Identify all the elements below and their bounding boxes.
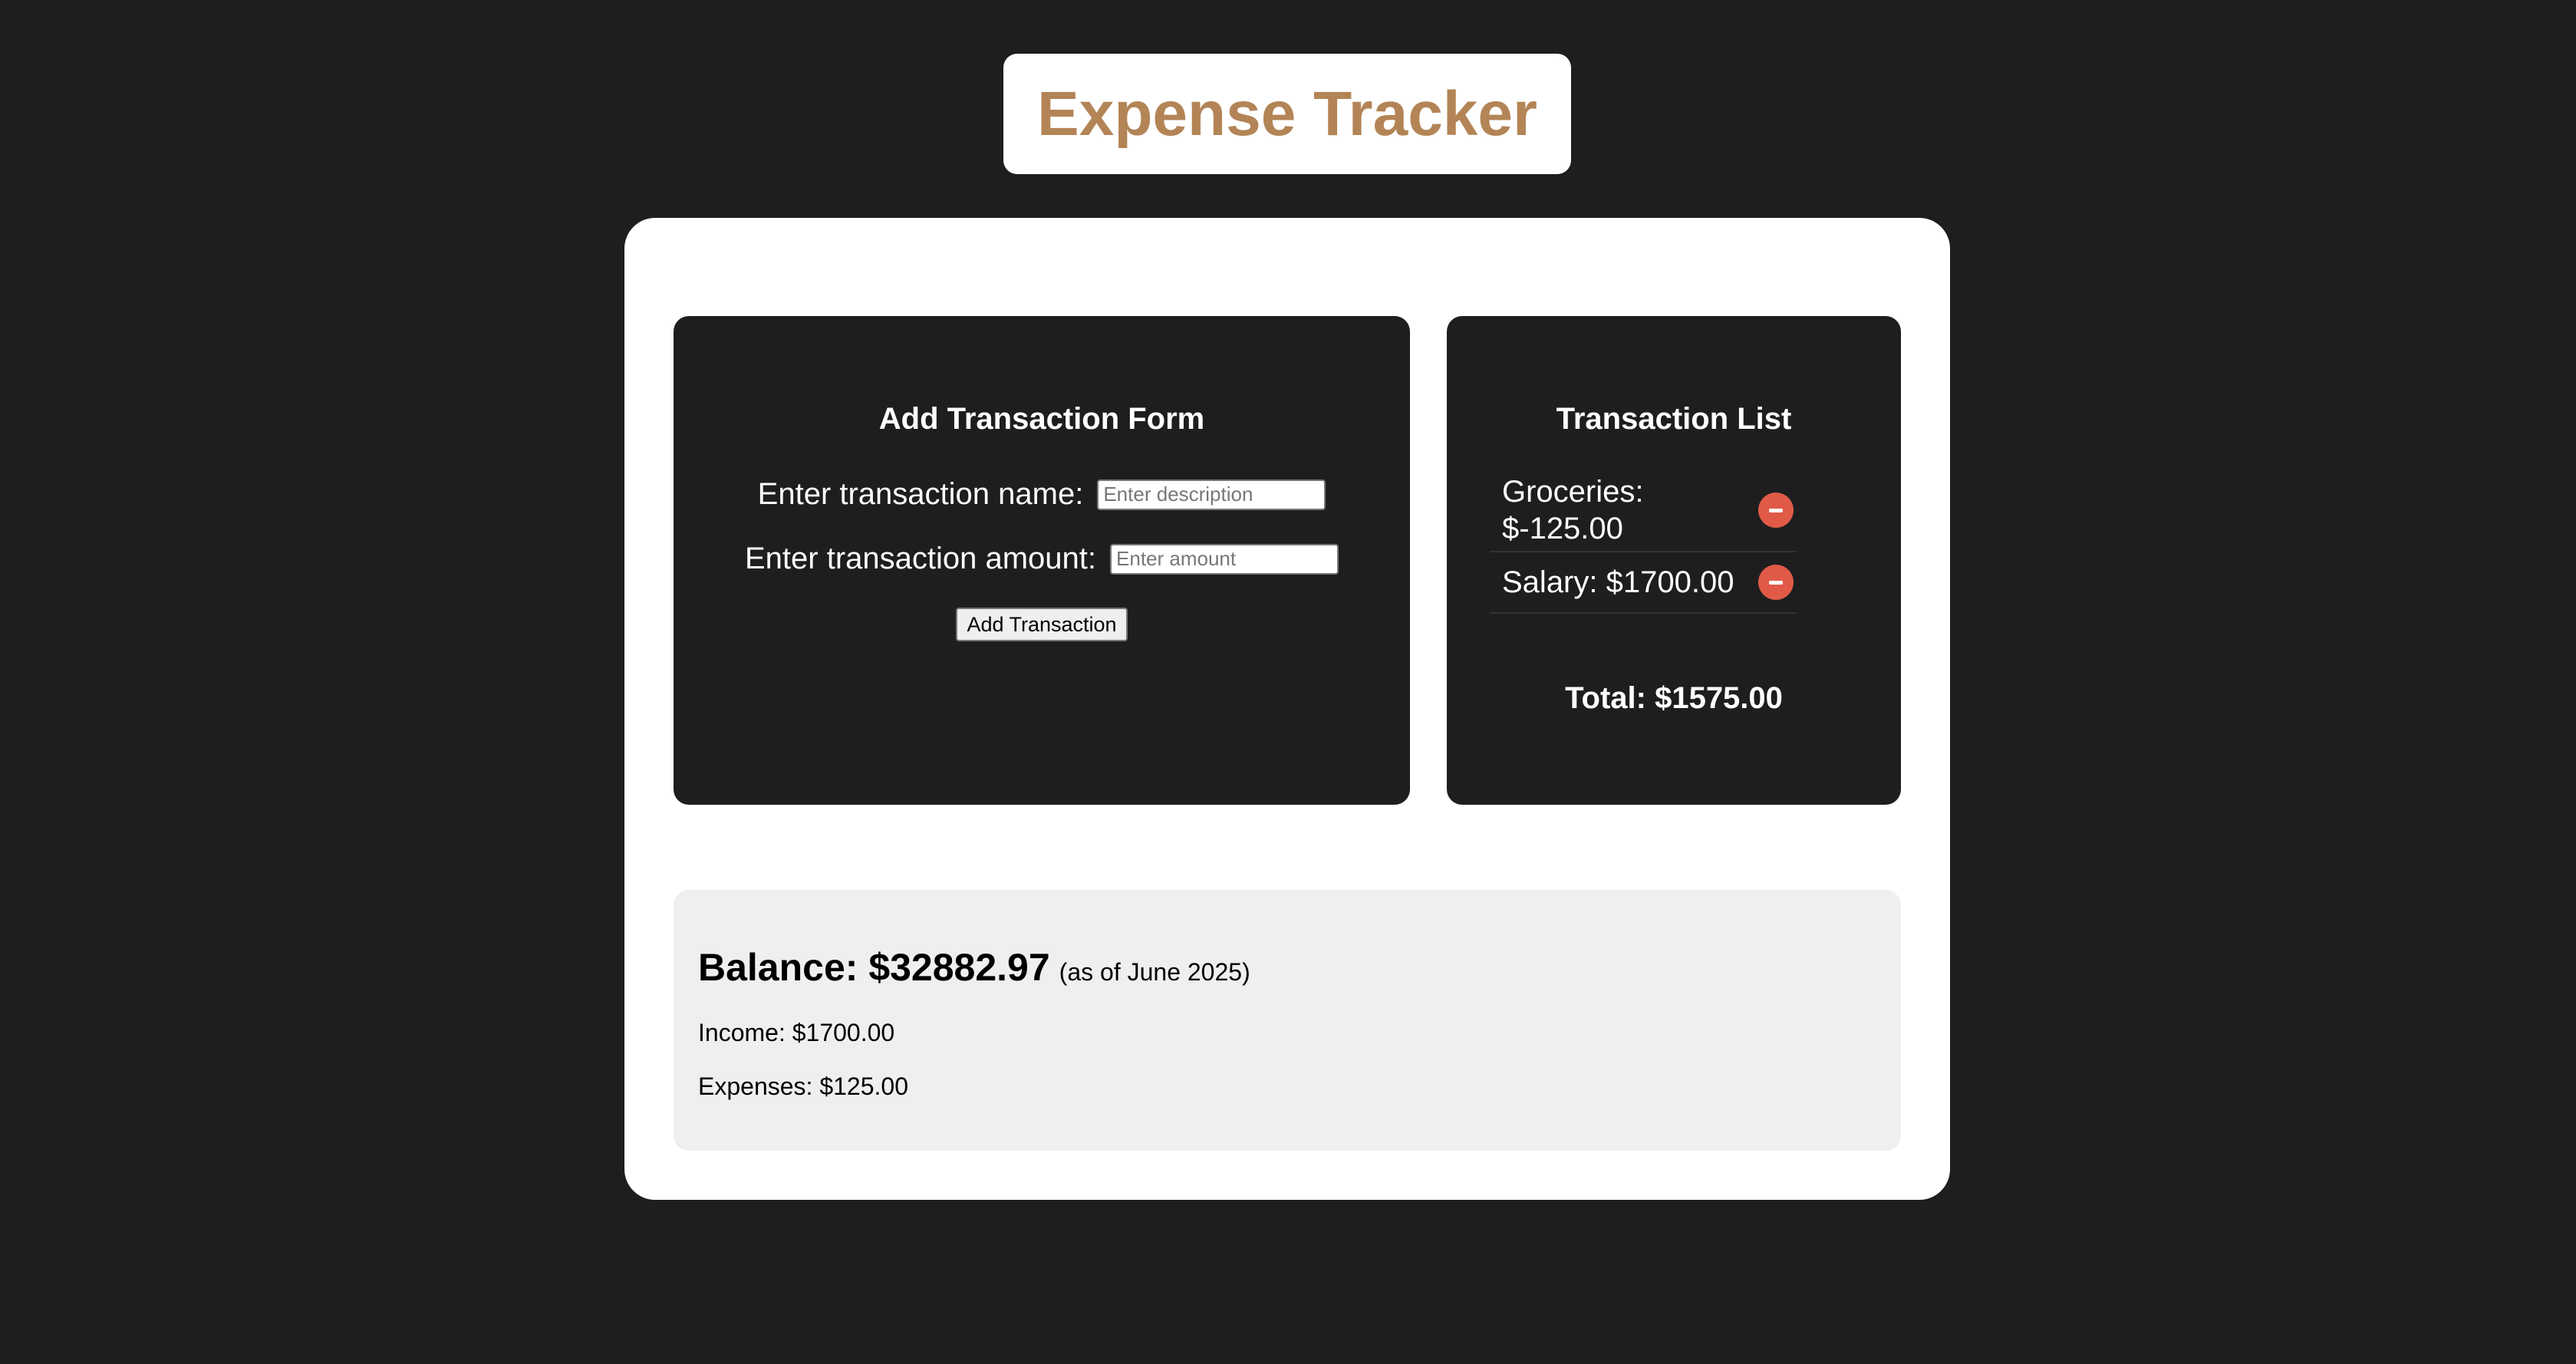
app-title: Expense Tracker [1037, 78, 1537, 149]
delete-transaction-button[interactable] [1758, 493, 1794, 528]
transaction-list: Groceries: $-125.00 Salary: $1700.00 [1490, 469, 1797, 614]
balance-value: Balance: $32882.97 [698, 946, 1050, 989]
name-label: Enter transaction name: [757, 477, 1084, 511]
add-transaction-button[interactable]: Add Transaction [956, 608, 1128, 641]
transaction-item: Groceries: $-125.00 [1490, 469, 1797, 552]
amount-row: Enter transaction amount: [674, 542, 1410, 576]
minus-circle-icon [1769, 580, 1783, 585]
transaction-item: Salary: $1700.00 [1490, 552, 1797, 614]
income-value: Income: $1700.00 [698, 1019, 895, 1046]
amount-label: Enter transaction amount: [744, 542, 1097, 575]
transaction-text: Salary: $1700.00 [1502, 565, 1734, 599]
form-heading: Add Transaction Form [878, 402, 1205, 436]
transaction-total: Total: $1575.00 [1565, 681, 1783, 715]
balance-summary: Balance: $32882.97 (as of June 2025) Inc… [674, 890, 1901, 1151]
main-card: Add Transaction Form Enter transaction n… [624, 218, 1950, 1200]
add-transaction-form: Add Transaction Form Enter transaction n… [674, 316, 1410, 805]
transaction-text: Groceries: $-125.00 [1502, 475, 1644, 545]
page: Expense Tracker Add Transaction Form Ent… [0, 0, 2576, 1364]
amount-input[interactable] [1110, 543, 1339, 575]
delete-transaction-button[interactable] [1758, 565, 1794, 600]
list-heading: Transaction List [1556, 402, 1792, 436]
name-row: Enter transaction name: [674, 477, 1410, 512]
minus-circle-icon [1769, 508, 1783, 512]
balance-date-note: (as of June 2025) [1059, 958, 1250, 986]
description-input[interactable] [1097, 479, 1326, 510]
transaction-list-panel: Transaction List Groceries: $-125.00 Sal… [1447, 316, 1901, 805]
balance-line: Balance: $32882.97 (as of June 2025) [698, 945, 1250, 990]
expenses-value: Expenses: $125.00 [698, 1072, 908, 1100]
submit-row: Add Transaction [674, 608, 1410, 641]
app-header: Expense Tracker [1003, 54, 1571, 174]
